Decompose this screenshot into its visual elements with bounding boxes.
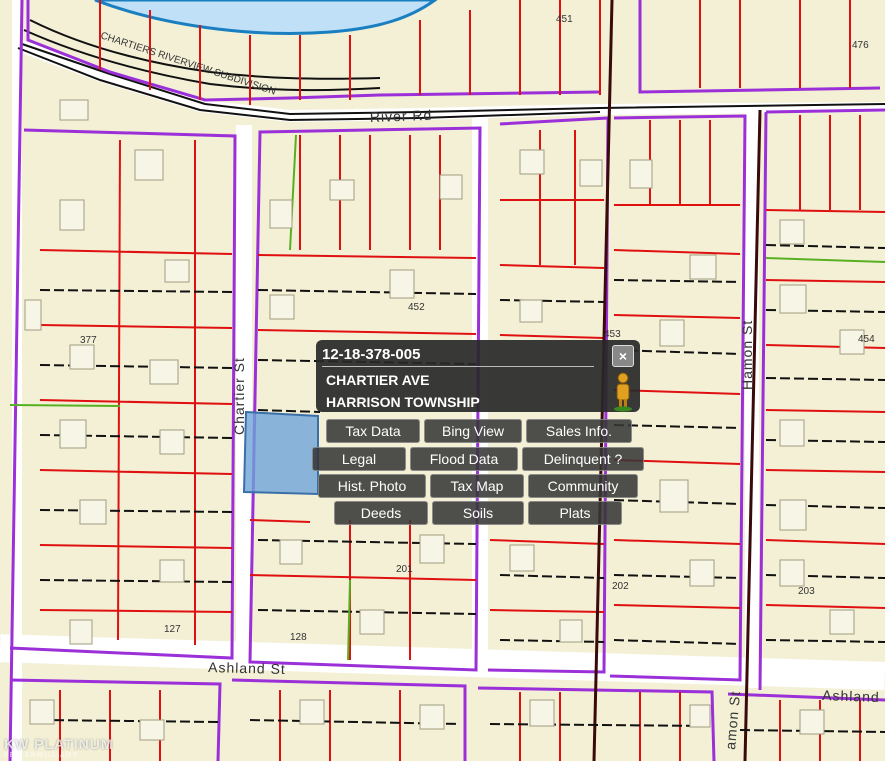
delinquent-button[interactable]: Delinquent ?	[522, 447, 644, 471]
parcel-info-popup: 12-18-378-005 CHARTIER AVE HARRISON TOWN…	[316, 340, 640, 412]
block-202: 202	[612, 581, 629, 592]
ashland-st-label: Ashland St	[208, 659, 286, 677]
block-201: 201	[396, 564, 413, 575]
watermark-sub: KELLERWILLIAMS	[4, 752, 79, 759]
block-127: 127	[164, 624, 181, 635]
sales-info-button[interactable]: Sales Info.	[526, 419, 632, 443]
tax-map-button[interactable]: Tax Map	[430, 474, 524, 498]
block-451: 451	[556, 14, 573, 25]
community-button[interactable]: Community	[528, 474, 638, 498]
plats-button[interactable]: Plats	[528, 501, 622, 525]
flood-data-button[interactable]: Flood Data	[410, 447, 518, 471]
block-453: 453	[604, 329, 621, 340]
parcel-municipality: HARRISON TOWNSHIP	[326, 394, 480, 410]
close-button[interactable]: ×	[612, 345, 634, 367]
river-rd-label: River Rd	[370, 107, 433, 125]
bing-view-button[interactable]: Bing View	[424, 419, 522, 443]
legal-button[interactable]: Legal	[312, 447, 406, 471]
chartier-st-label: Chartier St	[231, 357, 247, 435]
block-203: 203	[798, 586, 815, 597]
block-377: 377	[80, 335, 97, 346]
block-476: 476	[852, 40, 869, 51]
selected-parcel[interactable]	[242, 410, 319, 496]
block-128: 128	[290, 632, 307, 643]
street-view-pegman-icon[interactable]	[612, 372, 634, 412]
hist-photo-button[interactable]: Hist. Photo	[318, 474, 426, 498]
tax-data-button[interactable]: Tax Data	[326, 419, 420, 443]
deeds-button[interactable]: Deeds	[334, 501, 428, 525]
parcel-address: CHARTIER AVE	[326, 372, 430, 388]
block-452: 452	[408, 302, 425, 313]
popup-divider	[322, 366, 594, 367]
parcel-id: 12-18-378-005	[322, 346, 421, 363]
soils-button[interactable]: Soils	[432, 501, 524, 525]
block-454: 454	[858, 334, 875, 345]
ashland-right-label: Ashland	[822, 687, 880, 705]
watermark-logo: KW PLATINUM	[4, 736, 114, 752]
hamon-st-label: Hamon St	[739, 320, 755, 390]
